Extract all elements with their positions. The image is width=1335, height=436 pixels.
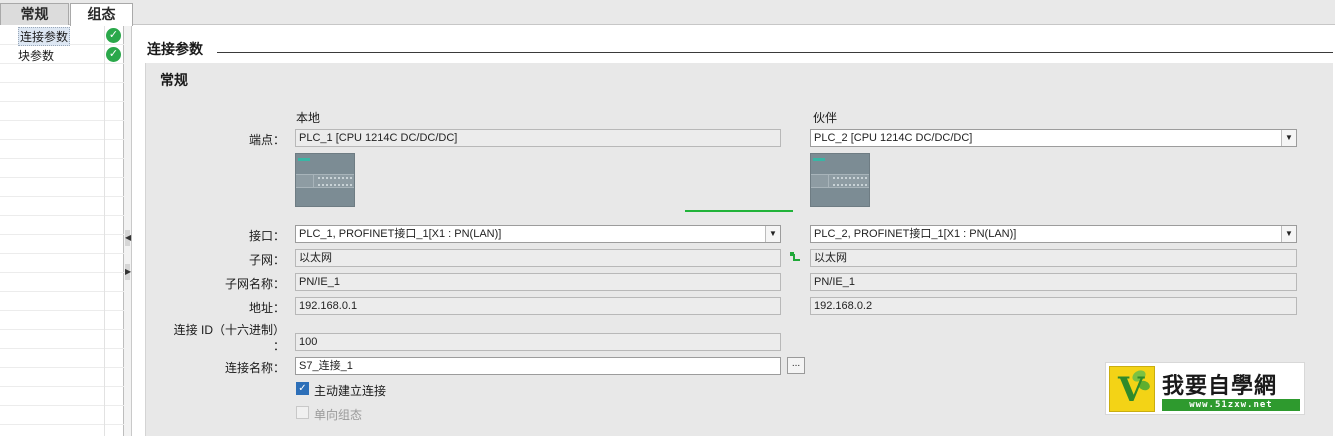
expand-right-icon[interactable]: ▶: [125, 264, 131, 280]
chevron-down-icon[interactable]: ▼: [1281, 130, 1296, 146]
subnet-label: 子网：: [248, 253, 285, 267]
nav-empty-row: [0, 292, 124, 311]
nav-item-label: 块参数: [18, 49, 55, 63]
connection-line: [685, 210, 793, 212]
partner-endpoint-value: PLC_2 [CPU 1214C DC/DC/DC]: [814, 132, 973, 144]
active-connect-label: 主动建立连接: [314, 384, 387, 398]
nav-empty-row: [0, 216, 124, 235]
nav-item-block-params[interactable]: 块参数 ✓: [0, 45, 124, 64]
oneway-label: 单向组态: [314, 408, 363, 422]
nav-empty-row: [0, 368, 124, 387]
local-header: 本地: [296, 111, 321, 125]
check-circle-icon: ✓: [106, 47, 121, 62]
nav-empty-row: [0, 121, 124, 140]
nav-empty-row: [0, 349, 124, 368]
local-subnet-name-field: PN/IE_1: [295, 273, 781, 291]
partner-address-field: 192.168.0.2: [810, 297, 1297, 315]
nav-empty-row: [0, 330, 124, 349]
watermark-logo: V 我要自學網 www.51zxw.net: [1105, 362, 1305, 415]
chevron-down-icon[interactable]: ▼: [1281, 226, 1296, 242]
nav-empty-row: [0, 64, 124, 83]
nav-empty-row: [0, 387, 124, 406]
connection-id-field: 100: [295, 333, 781, 351]
panel-title: 常规: [160, 72, 188, 88]
local-endpoint-field: PLC_1 [CPU 1214C DC/DC/DC]: [295, 129, 781, 147]
nav-empty-row: [0, 140, 124, 159]
partner-interface-dropdown[interactable]: PLC_2, PROFINET接口_1[X1 : PN(LAN)] ▼: [810, 225, 1297, 243]
logo-brand-text: 我要自學網: [1162, 374, 1278, 399]
partner-subnet-name-field: PN/IE_1: [810, 273, 1297, 291]
nav-item-label: 连接参数: [18, 27, 71, 46]
nav-empty-row: [0, 254, 124, 273]
local-interface-dropdown[interactable]: PLC_1, PROFINET接口_1[X1 : PN(LAN)] ▼: [295, 225, 781, 243]
tab-general[interactable]: 常规: [0, 3, 69, 25]
connection-id-colon: ：: [272, 339, 285, 353]
logo-mark: V: [1109, 366, 1155, 412]
nav-column-divider: [104, 26, 105, 436]
nav-empty-row: [0, 197, 124, 216]
address-label: 地址：: [248, 301, 285, 315]
nav-item-connection-params[interactable]: 连接参数 ✓: [0, 26, 124, 46]
chevron-down-icon[interactable]: ▼: [765, 226, 780, 242]
nav-empty-row: [0, 406, 124, 425]
local-address-field: 192.168.0.1: [295, 297, 781, 315]
splitter[interactable]: ◀ ▶: [124, 26, 132, 436]
partner-header: 伙伴: [813, 111, 838, 125]
collapse-left-icon[interactable]: ◀: [125, 230, 131, 246]
nav-empty-row: [0, 311, 124, 330]
check-circle-icon: ✓: [106, 28, 121, 43]
partner-interface-value: PLC_2, PROFINET接口_1[X1 : PN(LAN)]: [814, 228, 1017, 240]
connection-name-label: 连接名称：: [224, 361, 285, 375]
nav-empty-row: [0, 273, 124, 292]
left-nav: 连接参数 ✓ 块参数 ✓: [0, 26, 124, 436]
tab-configuration[interactable]: 组态: [70, 3, 133, 26]
browse-button[interactable]: ...: [787, 357, 805, 374]
logo-url-text: www.51zxw.net: [1162, 399, 1300, 411]
local-plc-image: [295, 153, 355, 207]
partner-subnet-field: 以太网: [810, 249, 1297, 267]
active-connect-checkbox[interactable]: ✓: [296, 382, 309, 395]
nav-empty-row: [0, 235, 124, 254]
section-title: 连接参数: [147, 39, 211, 59]
local-subnet-field: 以太网: [295, 249, 781, 267]
nav-empty-row: [0, 102, 124, 121]
endpoint-label: 端点：: [248, 133, 285, 147]
nav-empty-row: [0, 83, 124, 102]
subnet-name-label: 子网名称：: [224, 277, 285, 291]
network-connected-icon: [790, 252, 800, 262]
nav-empty-row: [0, 159, 124, 178]
interface-label: 接口：: [248, 229, 285, 243]
oneway-checkbox[interactable]: [296, 406, 309, 419]
section-divider: [217, 52, 1333, 53]
nav-empty-row: [0, 178, 124, 197]
partner-endpoint-dropdown[interactable]: PLC_2 [CPU 1214C DC/DC/DC] ▼: [810, 129, 1297, 147]
partner-plc-image: [810, 153, 870, 207]
connection-name-input[interactable]: S7_连接_1: [295, 357, 781, 375]
connection-id-label: 连接 ID（十六进制）: [173, 323, 285, 337]
local-interface-value: PLC_1, PROFINET接口_1[X1 : PN(LAN)]: [299, 228, 502, 240]
tab-bar: 常规 组态: [0, 0, 1335, 26]
